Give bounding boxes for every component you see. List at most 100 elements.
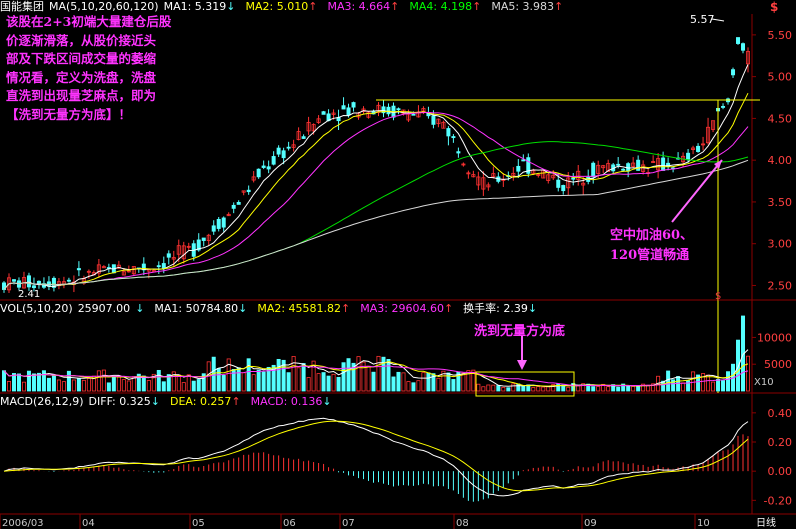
candle-body (741, 43, 746, 51)
price-ma-1: MA2: 5.010↑ (245, 0, 318, 13)
wash-plate-note: 该股在2+3初端大量建仓后股 价逐渐滑落，从股价接近头 部及下跌区间成交量的萎缩 情况… (6, 13, 238, 124)
candle-body (556, 179, 561, 188)
volume-bar (356, 356, 361, 392)
volume-bar (516, 383, 521, 392)
price-ma-0: MA1: 5.319↓ (163, 0, 236, 13)
stock-name: 国能集团 (0, 0, 44, 13)
candle-body (661, 157, 666, 171)
ma-note-line-1: 120管道畅通 (610, 248, 690, 263)
low-label: 2.41 (18, 289, 40, 300)
volume-bar (321, 372, 326, 392)
volume-bar (291, 356, 296, 392)
candle-body (616, 163, 621, 166)
volume-bar (631, 386, 636, 392)
candle-body (236, 201, 241, 205)
volume-bar (366, 365, 371, 392)
volume-bar (566, 386, 571, 392)
date-label: 2006/03 (2, 518, 44, 529)
volume-bar (161, 381, 166, 392)
volume-bar (326, 375, 331, 392)
candle-body (276, 147, 281, 155)
price-tick-label: 3.00 (768, 238, 793, 251)
macd-tick-label: 0.20 (768, 436, 793, 449)
volume-bar (521, 385, 526, 392)
volume-bar (96, 370, 101, 392)
macd-line-1: DEA: 0.257↑ (169, 395, 241, 408)
candle-body (156, 265, 161, 268)
volume-bar (596, 386, 601, 392)
note-line-2: 部及下跌区间成交量的萎缩 (6, 51, 157, 66)
volume-bar (401, 372, 406, 392)
candle-body (261, 165, 266, 168)
vol-settings: VOL(5,10,20) (0, 302, 73, 315)
volume-bar (21, 381, 26, 392)
candle-body (256, 168, 261, 178)
volume-bar (406, 381, 411, 392)
candle-body (286, 146, 291, 149)
volume-bar (181, 382, 186, 392)
date-label: 09 (584, 518, 597, 529)
candle-body (271, 156, 276, 165)
candle-body (736, 37, 741, 44)
volume-bar (306, 377, 311, 392)
volume-bar (421, 372, 426, 392)
volume-bar (226, 358, 231, 392)
price-ma-4: MA5: 3.983↑ (491, 0, 564, 13)
volume-bar (501, 386, 506, 392)
volume-bar (666, 370, 671, 392)
volume-bar (61, 381, 66, 392)
volume-bar (286, 372, 291, 392)
candle-body (621, 168, 626, 171)
volume-bar (56, 379, 61, 392)
volume-bar (331, 373, 336, 392)
volume-bar (476, 383, 481, 392)
volume-bar (591, 386, 596, 392)
candle-body (686, 152, 691, 161)
candle-body (221, 217, 226, 228)
candle-body (696, 145, 701, 152)
macd-header: MACD(26,12,9) DIFF: 0.325↓ DEA: 0.257↑ MACD… (0, 395, 347, 409)
ma-settings: MA(5,10,20,60,120) (49, 0, 159, 13)
volume-bar (336, 376, 341, 392)
volume-bar (216, 367, 221, 392)
volume-bar (16, 373, 21, 392)
vol-ma-1: MA2: 45581.82↑ (257, 302, 351, 315)
vol-ma-0: MA1: 50784.80↓ (154, 302, 248, 315)
volume-bar (391, 376, 396, 392)
volume-bar (681, 382, 686, 392)
macd-tick-label: -0.20 (764, 494, 792, 507)
candle-body (431, 115, 436, 125)
volume-bar (191, 380, 196, 392)
price-tick-label: 3.50 (768, 196, 793, 209)
note-line-4: 直洗到出现量芝麻点，即为 (6, 88, 157, 103)
candle-body (456, 151, 461, 154)
volume-bar (6, 380, 11, 392)
candle-body (246, 189, 251, 193)
volume-bar (236, 367, 241, 392)
candle-body (66, 279, 71, 282)
volume-bar (141, 375, 146, 392)
volume-bar (346, 358, 351, 392)
price-tick-label: 4.50 (768, 112, 793, 125)
volume-bar (76, 377, 81, 392)
volume-bar (491, 384, 496, 392)
volume-bar (186, 374, 191, 392)
vol-tick-label: 10000 (757, 331, 792, 344)
volume-bar (426, 372, 431, 392)
volume-bar (246, 358, 251, 392)
price-ma-2: MA3: 4.664↑ (327, 0, 400, 13)
volume-bar (396, 371, 401, 392)
volume-bar (746, 355, 751, 392)
diff-line (3, 417, 749, 497)
vol-value: 25907.00 ↓ (77, 302, 145, 315)
volume-bar (686, 380, 691, 392)
candle-body (731, 69, 736, 76)
volume-bar (261, 371, 266, 392)
x10-label: X10 (754, 377, 774, 388)
volume-bar (101, 369, 106, 392)
date-label: 07 (342, 518, 355, 529)
volume-bar (576, 385, 581, 392)
candle-body (411, 113, 416, 116)
candle-body (721, 106, 726, 108)
vol-ma-3: 换手率: 2.39↓ (463, 302, 538, 315)
